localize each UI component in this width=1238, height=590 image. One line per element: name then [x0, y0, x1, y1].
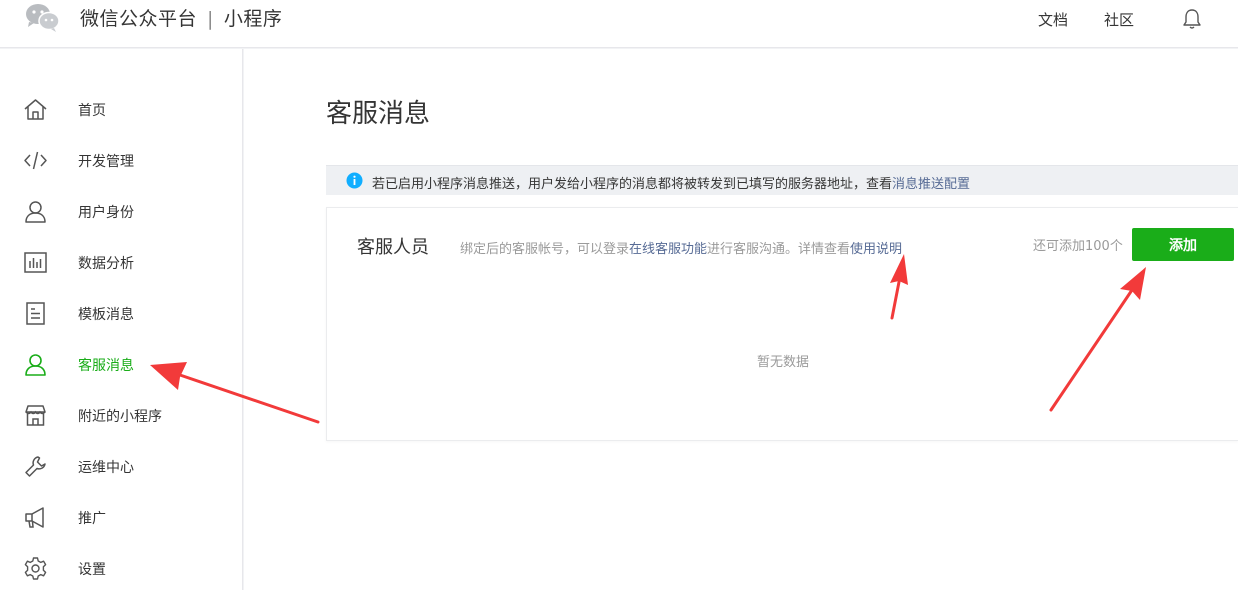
user-icon	[25, 201, 46, 223]
sidebar-item-nearby-miniprogram[interactable]: 附近的小程序	[0, 390, 242, 441]
brand-title: 微信公众平台 | 小程序	[80, 4, 282, 31]
home-icon	[24, 99, 47, 120]
megaphone-icon	[25, 507, 44, 528]
sidebar-item-label: 首页	[78, 103, 106, 119]
sidebar-item-label: 运维中心	[78, 460, 134, 476]
brand-separator: |	[207, 8, 214, 30]
sidebar-item-label: 附近的小程序	[78, 409, 162, 425]
empty-state-text: 暂无数据	[756, 355, 809, 370]
document-icon	[26, 302, 45, 325]
desc-prefix: 绑定后的客服帐号，可以登录	[460, 242, 630, 257]
sidebar-item-user-identity[interactable]: 用户身份	[0, 186, 242, 237]
sidebar-item-label: 开发管理	[78, 154, 134, 170]
sidebar-item-promotion[interactable]: 推广	[0, 492, 242, 543]
brand-name: 微信公众平台	[80, 8, 198, 30]
wrench-icon	[25, 456, 46, 477]
sidebar-item-label: 设置	[78, 562, 106, 578]
docs-link[interactable]: 文档	[1038, 9, 1068, 30]
customer-service-card: 客服人员 绑定后的客服帐号，可以登录在线客服功能进行客服沟通。详情查看使用说明 …	[326, 207, 1238, 441]
bar-chart-icon	[24, 252, 47, 273]
sidebar-item-label: 模板消息	[78, 307, 134, 323]
code-icon	[24, 151, 47, 170]
info-icon	[346, 172, 363, 189]
sidebar-item-template-messages[interactable]: 模板消息	[0, 288, 242, 339]
sidebar-item-label: 推广	[78, 511, 106, 527]
customer-service-icon	[25, 354, 46, 376]
sidebar-item-label: 数据分析	[78, 256, 134, 272]
gear-icon	[24, 557, 47, 580]
brand-product: 小程序	[223, 8, 283, 30]
page-title: 客服消息	[326, 99, 431, 129]
bell-icon[interactable]	[1182, 8, 1202, 30]
sidebar-item-customer-service[interactable]: 客服消息	[0, 339, 242, 390]
store-icon	[25, 405, 46, 426]
page: 微信公众平台 | 小程序 文档 社区 首页 开发管理 用户身份 数据分析 模板消…	[0, 0, 1238, 590]
sidebar-item-label: 用户身份	[78, 205, 134, 221]
message-push-config-link[interactable]: 消息推送配置	[892, 177, 970, 192]
card-description: 绑定后的客服帐号，可以登录在线客服功能进行客服沟通。详情查看使用说明	[460, 238, 902, 257]
main-content: 客服消息 若已启用小程序消息推送，用户发给小程序的消息都将被转发到已填写的服务器…	[244, 49, 1238, 590]
top-header: 微信公众平台 | 小程序 文档 社区	[0, 0, 1238, 48]
sidebar: 首页 开发管理 用户身份 数据分析 模板消息 客服消息 附近的小程序 运维中心 …	[0, 49, 243, 590]
online-service-link[interactable]: 在线客服功能	[629, 242, 707, 257]
notice-bar: 若已启用小程序消息推送，用户发给小程序的消息都将被转发到已填写的服务器地址，查看…	[326, 165, 1238, 195]
community-link[interactable]: 社区	[1104, 9, 1134, 30]
sidebar-item-data-analysis[interactable]: 数据分析	[0, 237, 242, 288]
remaining-count: 还可添加100个	[1033, 239, 1123, 254]
notice-message: 若已启用小程序消息推送，用户发给小程序的消息都将被转发到已填写的服务器地址，查看	[372, 177, 893, 192]
wechat-logo-icon	[26, 4, 60, 32]
sidebar-item-home[interactable]: 首页	[0, 84, 242, 135]
sidebar-item-ops-center[interactable]: 运维中心	[0, 441, 242, 492]
sidebar-item-label: 客服消息	[78, 358, 134, 374]
card-title: 客服人员	[357, 237, 429, 258]
desc-middle: 进行客服沟通。详情查看	[707, 242, 851, 257]
sidebar-item-settings[interactable]: 设置	[0, 543, 242, 590]
usage-guide-link[interactable]: 使用说明	[850, 242, 902, 257]
notice-text: 若已启用小程序消息推送，用户发给小程序的消息都将被转发到已填写的服务器地址，查看…	[372, 173, 970, 192]
sidebar-item-dev-management[interactable]: 开发管理	[0, 135, 242, 186]
add-button[interactable]: 添加	[1132, 228, 1234, 261]
